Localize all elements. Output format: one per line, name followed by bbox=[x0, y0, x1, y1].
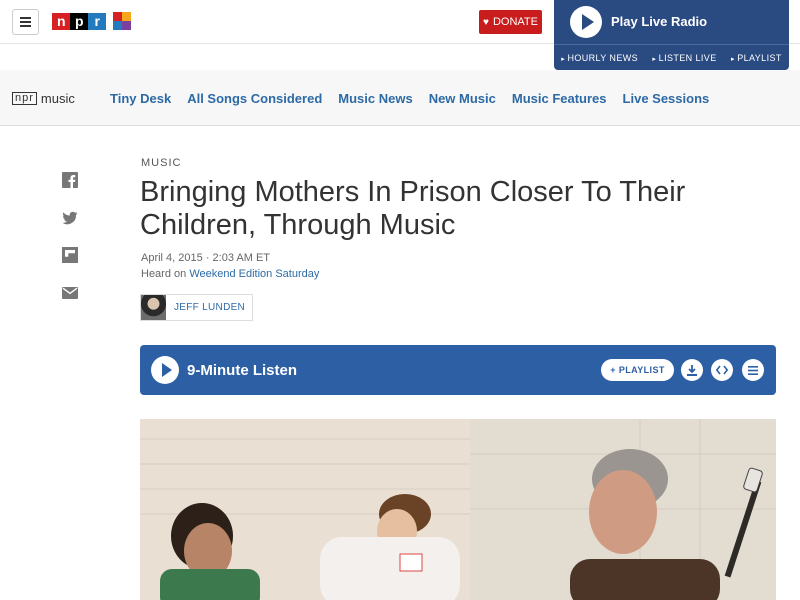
add-to-playlist-button[interactable]: + PLAYLIST bbox=[601, 359, 674, 381]
music-nav: npr music Tiny Desk All Songs Considered… bbox=[0, 70, 800, 126]
article-photo bbox=[140, 419, 776, 600]
author-name: JEFF LUNDEN bbox=[174, 302, 246, 313]
npr-music-logo-box: npr bbox=[12, 92, 37, 105]
play-icon[interactable] bbox=[570, 6, 602, 38]
npr-music-logo[interactable]: npr music bbox=[12, 91, 75, 106]
listen-live-link[interactable]: LISTEN LIVE bbox=[652, 53, 717, 63]
heard-on: Heard on Weekend Edition Saturday bbox=[141, 268, 319, 280]
heart-icon: ♥ bbox=[483, 16, 489, 28]
heard-on-label: Heard on bbox=[141, 268, 190, 280]
nav-new-music[interactable]: New Music bbox=[429, 91, 496, 106]
playlist-link[interactable]: PLAYLIST bbox=[731, 53, 782, 63]
nav-live-sessions[interactable]: Live Sessions bbox=[623, 91, 710, 106]
npr-one-icon[interactable] bbox=[113, 12, 132, 31]
article-kicker[interactable]: Music bbox=[141, 157, 181, 169]
donate-label: DONATE bbox=[492, 16, 538, 28]
music-nav-links: Tiny Desk All Songs Considered Music New… bbox=[110, 91, 709, 106]
plus-icon: + bbox=[610, 365, 616, 375]
hamburger-icon-line bbox=[20, 25, 31, 27]
transcript-icon[interactable] bbox=[742, 359, 764, 381]
flipboard-icon[interactable] bbox=[62, 247, 78, 263]
live-radio-panel: Play Live Radio HOURLY NEWS LISTEN LIVE … bbox=[554, 0, 789, 70]
embed-icon[interactable] bbox=[711, 359, 733, 381]
article-date: April 4, 2015 · 2:03 AM ET bbox=[141, 252, 271, 264]
download-icon[interactable] bbox=[681, 359, 703, 381]
hamburger-icon bbox=[20, 17, 31, 19]
play-icon[interactable] bbox=[151, 356, 179, 384]
listen-duration: 9-Minute Listen bbox=[187, 362, 298, 379]
npr-logo-n: n bbox=[52, 13, 70, 30]
twitter-icon[interactable] bbox=[62, 210, 78, 226]
npr-logo-r: r bbox=[88, 13, 106, 30]
audio-player: 9-Minute Listen + PLAYLIST bbox=[140, 345, 776, 395]
donate-button[interactable]: ♥ DONATE bbox=[479, 10, 542, 34]
npr-logo[interactable]: n p r bbox=[52, 13, 106, 30]
author-byline[interactable]: JEFF LUNDEN bbox=[140, 294, 253, 321]
hamburger-icon-line bbox=[20, 21, 31, 23]
email-icon[interactable] bbox=[62, 285, 78, 301]
playlist-label: PLAYLIST bbox=[618, 365, 665, 375]
hourly-news-link[interactable]: HOURLY NEWS bbox=[561, 53, 638, 63]
radio-links: HOURLY NEWS LISTEN LIVE PLAYLIST bbox=[554, 44, 789, 70]
article-title: Bringing Mothers In Prison Closer To The… bbox=[140, 176, 686, 241]
avatar bbox=[141, 295, 166, 320]
menu-button[interactable] bbox=[12, 9, 39, 35]
npr-music-logo-word: music bbox=[40, 91, 75, 106]
nav-music-features[interactable]: Music Features bbox=[512, 91, 607, 106]
nav-tiny-desk[interactable]: Tiny Desk bbox=[110, 91, 171, 106]
nav-music-news[interactable]: Music News bbox=[338, 91, 412, 106]
nav-all-songs-considered[interactable]: All Songs Considered bbox=[187, 91, 322, 106]
heard-on-show-link[interactable]: Weekend Edition Saturday bbox=[189, 268, 319, 280]
npr-logo-p: p bbox=[70, 13, 88, 30]
play-live-radio-label[interactable]: Play Live Radio bbox=[611, 14, 707, 29]
facebook-icon[interactable] bbox=[62, 172, 78, 188]
